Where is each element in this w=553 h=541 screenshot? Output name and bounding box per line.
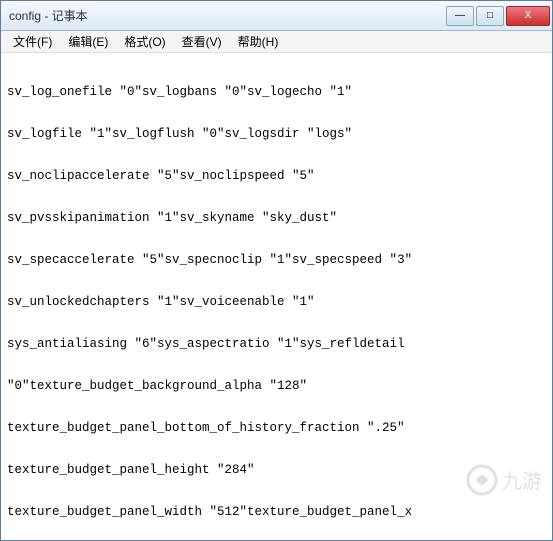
app-window: config - 记事本 — □ X 文件(F) 编辑(E) 格式(O) 查看(… [0, 0, 553, 541]
menu-file[interactable]: 文件(F) [5, 31, 60, 52]
titlebar[interactable]: config - 记事本 — □ X [1, 1, 552, 31]
watermark-logo: 九游 [419, 446, 544, 518]
maximize-button[interactable]: □ [476, 6, 504, 26]
config-line: "0"texture_budget_background_alpha "128" [7, 379, 546, 393]
minimize-button[interactable]: — [446, 6, 474, 26]
config-line: sv_logfile "1"sv_logflush "0"sv_logsdir … [7, 127, 546, 141]
menu-help[interactable]: 帮助(H) [230, 31, 287, 52]
menu-view[interactable]: 查看(V) [174, 31, 230, 52]
text-area[interactable]: sv_log_onefile "0"sv_logbans "0"sv_logec… [1, 53, 552, 540]
close-button[interactable]: X [506, 6, 550, 26]
config-line: sv_unlockedchapters "1"sv_voiceenable "1… [7, 295, 546, 309]
config-line: sv_specaccelerate "5"sv_specnoclip "1"sv… [7, 253, 546, 267]
window-title: config - 记事本 [9, 7, 444, 24]
svg-text:九游: 九游 [502, 470, 542, 493]
menu-format[interactable]: 格式(O) [116, 31, 173, 52]
config-line: sys_antialiasing "6"sys_aspectratio "1"s… [7, 337, 546, 351]
config-line: sv_log_onefile "0"sv_logbans "0"sv_logec… [7, 85, 546, 99]
config-line: texture_budget_panel_bottom_of_history_f… [7, 421, 546, 435]
config-line: sv_noclipaccelerate "5"sv_noclipspeed "5… [7, 169, 546, 183]
jiuyou-icon: 九游 [464, 460, 544, 500]
window-controls: — □ X [444, 6, 550, 26]
config-line: sv_pvsskipanimation "1"sv_skyname "sky_d… [7, 211, 546, 225]
menu-edit[interactable]: 编辑(E) [60, 31, 116, 52]
menubar: 文件(F) 编辑(E) 格式(O) 查看(V) 帮助(H) [1, 31, 552, 53]
